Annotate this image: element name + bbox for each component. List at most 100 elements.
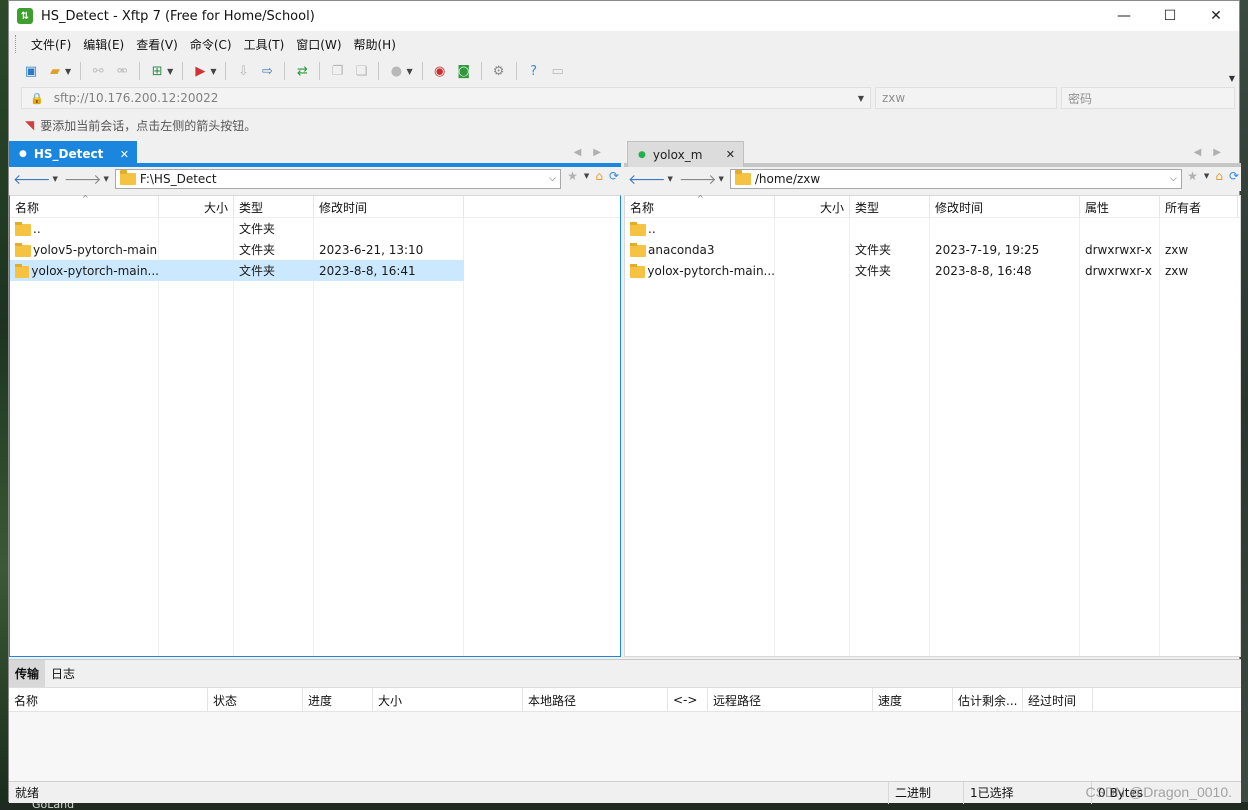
transfer-column-direction[interactable]: <-> bbox=[668, 688, 708, 712]
tab-close-icon[interactable]: ✕ bbox=[120, 148, 129, 161]
menu-view[interactable]: 查看(V) bbox=[130, 36, 184, 53]
address-dropdown-icon[interactable]: ▼ bbox=[858, 94, 864, 103]
table-row[interactable]: yolox-pytorch-main... 文件夹 2023-8-8, 16:4… bbox=[625, 260, 1240, 281]
paste-icon[interactable]: ❏ bbox=[351, 61, 371, 81]
remote-path-input[interactable]: /home/zxw ⌵ bbox=[729, 169, 1182, 189]
forward-dropdown-icon[interactable]: ▼ bbox=[103, 175, 108, 183]
disconnect-icon[interactable]: ⚮ bbox=[112, 61, 132, 81]
maximize-icon[interactable]: ☐ bbox=[1147, 1, 1193, 31]
column-header-owner[interactable]: 所有者 bbox=[1160, 196, 1238, 218]
menu-grip-handle[interactable] bbox=[15, 35, 19, 53]
forward-arrow-icon[interactable]: 🡒 bbox=[679, 171, 717, 188]
tab-close-icon[interactable]: ✕ bbox=[726, 148, 735, 161]
column-header-size[interactable]: 大小 bbox=[775, 196, 850, 218]
table-row-selected[interactable]: yolox-pytorch-main... 文件夹 2023-8-8, 16:4… bbox=[10, 260, 464, 281]
back-dropdown-icon[interactable]: ▼ bbox=[668, 175, 673, 183]
tab-log[interactable]: 日志 bbox=[45, 660, 81, 687]
username-input[interactable]: zxw bbox=[875, 87, 1057, 109]
column-header-permissions[interactable]: 属性 bbox=[1080, 196, 1160, 218]
title-bar[interactable]: ⇅ HS_Detect - Xftp 7 (Free for Home/Scho… bbox=[9, 1, 1239, 31]
menu-help[interactable]: 帮助(H) bbox=[348, 36, 402, 53]
transfer-column-name[interactable]: 名称 bbox=[9, 688, 208, 712]
path-dropdown-icon[interactable]: ⌵ bbox=[549, 174, 556, 184]
back-arrow-icon[interactable]: 🡐 bbox=[13, 171, 51, 188]
file-modified: 2023-6-21, 13:10 bbox=[319, 242, 424, 257]
tab-yolox-m[interactable]: ● yolox_m ✕ bbox=[627, 141, 744, 167]
local-file-list[interactable]: ^ 名称 大小 类型 修改时间 .. 文件夹 yolov5-pytorch-ma… bbox=[9, 194, 621, 657]
menu-window[interactable]: 窗口(W) bbox=[290, 36, 347, 53]
toolbar-separator bbox=[139, 62, 141, 80]
transfer-column-status[interactable]: 状态 bbox=[208, 688, 303, 712]
table-row[interactable]: .. 文件夹 bbox=[10, 218, 620, 239]
refresh-icon[interactable]: ⟳ bbox=[609, 169, 619, 183]
download-icon[interactable]: ⇩ bbox=[233, 61, 253, 81]
tab-scroll-arrows-icon[interactable]: ◀▶ bbox=[574, 147, 613, 158]
copy-icon[interactable]: ❐ bbox=[327, 61, 347, 81]
table-row[interactable]: anaconda3 文件夹 2023-7-19, 19:25 drwxrwxr-… bbox=[625, 239, 1240, 260]
help-icon[interactable]: ? bbox=[524, 61, 544, 81]
forward-dropdown-icon[interactable]: ▼ bbox=[718, 175, 723, 183]
layout-dropdown-icon[interactable]: ▼ bbox=[210, 67, 216, 76]
new-session-icon[interactable]: ▣ bbox=[21, 61, 41, 81]
transfer-column-size[interactable]: 大小 bbox=[373, 688, 523, 712]
tab-transfers[interactable]: 传输 bbox=[9, 660, 46, 687]
favorite-dropdown-icon[interactable]: ▼ bbox=[1204, 172, 1209, 180]
column-header-size[interactable]: 大小 bbox=[159, 196, 234, 218]
column-header-type[interactable]: 类型 bbox=[234, 196, 314, 218]
menu-file[interactable]: 文件(F) bbox=[25, 36, 77, 53]
column-header-modified[interactable]: 修改时间 bbox=[314, 196, 464, 218]
xftp-icon[interactable]: ◙ bbox=[454, 61, 474, 81]
home-folder-icon[interactable]: ⌂ bbox=[1215, 169, 1223, 183]
close-icon[interactable]: ✕ bbox=[1193, 1, 1239, 31]
open-dropdown-icon[interactable]: ▼ bbox=[65, 67, 71, 76]
transfer-column-remote-path[interactable]: 远程路径 bbox=[708, 688, 873, 712]
transfer-column-local-path[interactable]: 本地路径 bbox=[523, 688, 668, 712]
menu-command[interactable]: 命令(C) bbox=[184, 36, 238, 53]
menu-edit[interactable]: 编辑(E) bbox=[77, 36, 130, 53]
path-dropdown-icon[interactable]: ⌵ bbox=[1170, 174, 1177, 184]
tab-scroll-arrows-icon[interactable]: ◀▶ bbox=[1194, 147, 1233, 158]
home-folder-icon[interactable]: ⌂ bbox=[595, 169, 603, 183]
bookmark-arrow-icon[interactable]: ◥ bbox=[25, 118, 34, 132]
layout-icon[interactable]: ▶ bbox=[190, 61, 210, 81]
toolbar-overflow-icon[interactable]: ▼ bbox=[1229, 74, 1235, 83]
back-dropdown-icon[interactable]: ▼ bbox=[53, 175, 58, 183]
file-modified: 2023-8-8, 16:48 bbox=[935, 263, 1032, 278]
open-folder-icon[interactable]: ▰ bbox=[45, 61, 65, 81]
host-address-input[interactable]: 🔒 sftp://10.176.200.12:20022 ▼ bbox=[21, 87, 871, 109]
favorite-star-icon[interactable]: ★ bbox=[1187, 169, 1198, 183]
forward-arrow-icon[interactable]: 🡒 bbox=[64, 171, 102, 188]
table-row[interactable]: yolov5-pytorch-main 文件夹 2023-6-21, 13:10 bbox=[10, 239, 620, 260]
status-dropdown-icon[interactable]: ▼ bbox=[406, 67, 412, 76]
favorite-dropdown-icon[interactable]: ▼ bbox=[584, 172, 589, 180]
session-properties-icon[interactable]: ⊞ bbox=[147, 61, 167, 81]
transfer-list[interactable]: 名称 状态 进度 大小 本地路径 <-> 远程路径 速度 估计剩余... 经过时… bbox=[9, 687, 1241, 781]
transfer-column-speed[interactable]: 速度 bbox=[873, 688, 953, 712]
folder-icon bbox=[15, 221, 31, 236]
back-arrow-icon[interactable]: 🡐 bbox=[628, 171, 666, 188]
transfer-column-eta[interactable]: 估计剩余... bbox=[953, 688, 1023, 712]
column-header-modified[interactable]: 修改时间 bbox=[930, 196, 1080, 218]
password-input[interactable]: 密码 bbox=[1061, 87, 1235, 109]
settings-gear-icon[interactable]: ⚙ bbox=[489, 61, 509, 81]
tab-label: HS_Detect bbox=[33, 147, 104, 161]
sync-transfer-icon[interactable]: ⇄ bbox=[292, 61, 312, 81]
minimize-icon[interactable]: — bbox=[1101, 1, 1147, 31]
transfer-column-progress[interactable]: 进度 bbox=[303, 688, 373, 712]
table-row[interactable]: .. bbox=[625, 218, 1240, 239]
menu-tools[interactable]: 工具(T) bbox=[238, 36, 291, 53]
upload-icon[interactable]: ⇨ bbox=[257, 61, 277, 81]
local-path-input[interactable]: F:\HS_Detect ⌵ bbox=[114, 169, 561, 189]
column-header-type[interactable]: 类型 bbox=[850, 196, 930, 218]
refresh-icon[interactable]: ⟳ bbox=[1229, 169, 1239, 183]
xshell-icon[interactable]: ◉ bbox=[430, 61, 450, 81]
chat-feedback-icon[interactable]: ▭ bbox=[548, 61, 568, 81]
connect-icon[interactable]: ⚯ bbox=[88, 61, 108, 81]
transfer-column-elapsed[interactable]: 经过时间 bbox=[1023, 688, 1093, 712]
tab-hs-detect[interactable]: ● HS_Detect ✕ bbox=[9, 141, 137, 167]
favorite-star-icon[interactable]: ★ bbox=[567, 169, 578, 183]
remote-file-list[interactable]: ^ 名称 大小 类型 修改时间 属性 所有者 .. anaconda3 文件夹 … bbox=[624, 194, 1241, 657]
session-dropdown-icon[interactable]: ▼ bbox=[167, 67, 173, 76]
selection-count: 1已选择 bbox=[963, 781, 1091, 804]
status-indicator-icon[interactable]: ● bbox=[386, 61, 406, 81]
